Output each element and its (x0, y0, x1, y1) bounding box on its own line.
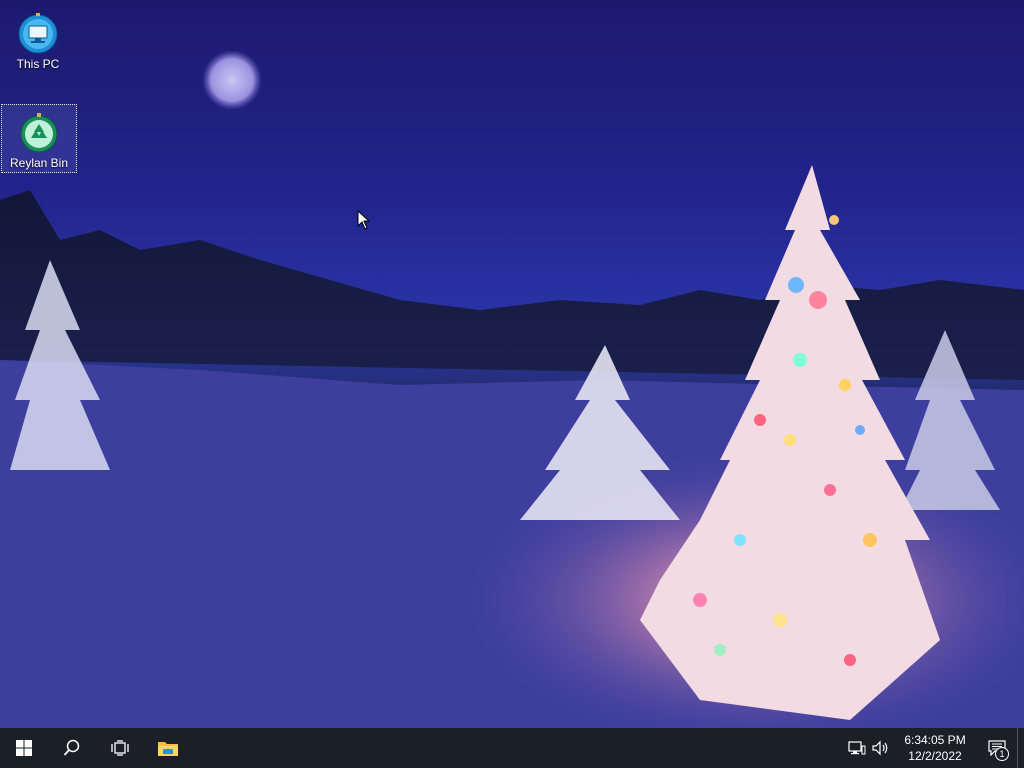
volume-icon (872, 740, 888, 756)
network-button[interactable] (845, 728, 869, 768)
start-button[interactable] (0, 728, 48, 768)
taskbar: 6:34:05 PM 12/2/2022 1 (0, 728, 1024, 768)
volume-button[interactable] (869, 728, 893, 768)
network-icon (848, 741, 866, 755)
moon (202, 50, 262, 110)
recycle-bin-icon (20, 113, 58, 153)
desktop-icon-label: This PC (16, 57, 60, 71)
show-desktop-button[interactable] (1017, 728, 1024, 768)
clock[interactable]: 6:34:05 PM 12/2/2022 (899, 728, 971, 768)
forest-line (0, 190, 1024, 380)
search-icon (63, 739, 80, 756)
wallpaper (0, 50, 1024, 728)
notification-count-badge: 1 (995, 747, 1009, 761)
this-pc-icon (18, 13, 58, 54)
file-explorer-icon (158, 742, 178, 756)
clock-time: 6:34:05 PM (904, 733, 966, 747)
desktop-icon-label: Reylan Bin (9, 156, 69, 170)
windows-start-icon (16, 740, 32, 756)
task-view-button[interactable] (96, 728, 144, 768)
desktop-icon-this-pc[interactable]: This PC (0, 6, 76, 72)
desktop[interactable]: This PC Reylan Bin (0, 0, 1024, 728)
action-center-button[interactable]: 1 (977, 728, 1017, 768)
desktop-icon-recycle-bin[interactable]: Reylan Bin (1, 104, 77, 173)
mouse-cursor-icon (357, 210, 371, 230)
taskbar-file-explorer[interactable] (144, 728, 192, 768)
system-tray: 6:34:05 PM 12/2/2022 1 (845, 728, 1024, 768)
search-button[interactable] (48, 728, 96, 768)
clock-date: 12/2/2022 (908, 749, 962, 763)
task-view-icon (111, 740, 129, 756)
